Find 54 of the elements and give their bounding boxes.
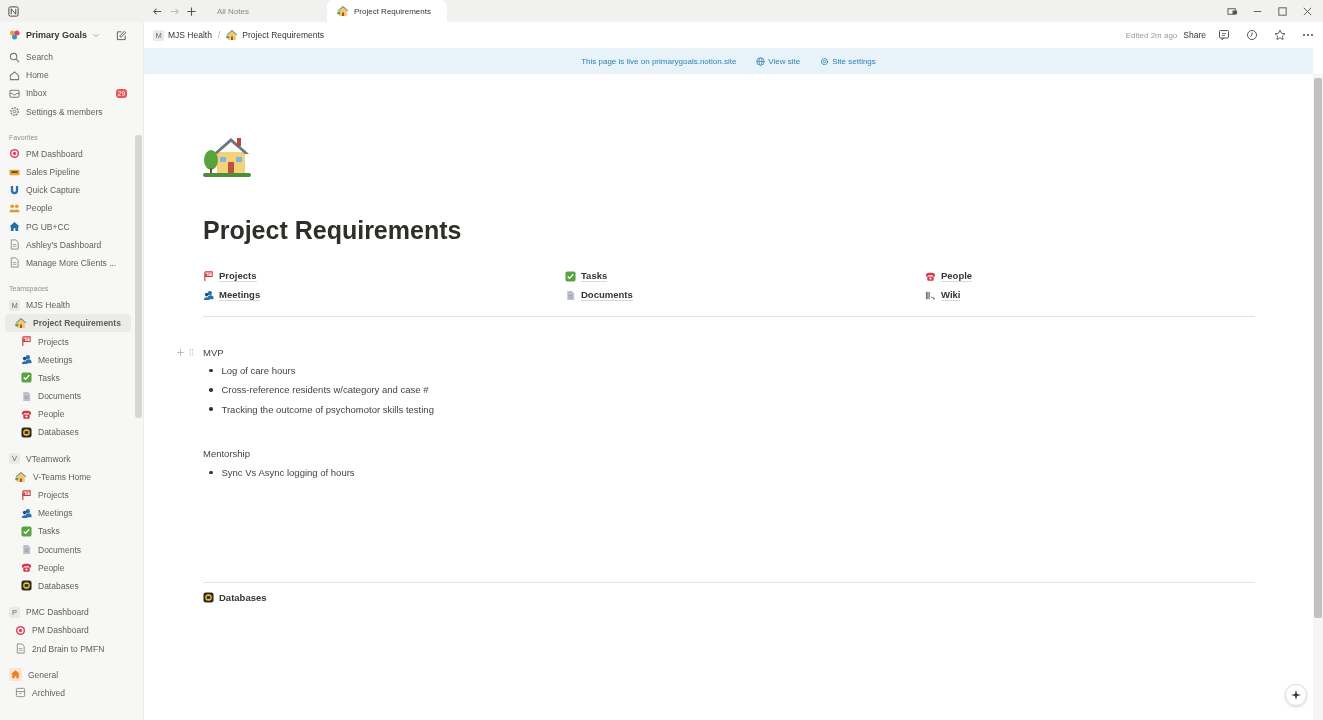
nav-item[interactable]: Home bbox=[5, 66, 131, 85]
sidebar-item[interactable]: Projects bbox=[5, 485, 131, 505]
sidebar-item[interactable]: PM Dashboard bbox=[5, 621, 131, 640]
sidebar-item[interactable]: V-Teams Home bbox=[5, 467, 131, 486]
sidebar-item[interactable]: 2nd Brain to PMFN bbox=[5, 639, 131, 658]
sidebar-item[interactable]: Documents bbox=[5, 540, 131, 559]
breadcrumb-separator: / bbox=[217, 30, 221, 40]
sidebar-item[interactable]: Manage More Clients ... bbox=[5, 253, 131, 273]
nav-item[interactable]: Settings & members bbox=[5, 102, 131, 121]
bullet-text: Tracking the outcome of psychomotor skills testing bbox=[221, 403, 434, 415]
sidebar-item[interactable]: Archived bbox=[5, 683, 131, 702]
bullet-text: Cross-reference residents w/category and case # bbox=[221, 384, 429, 396]
sidebar-item[interactable]: People bbox=[5, 405, 131, 424]
sidebar-item[interactable]: PM Dashboard bbox=[5, 144, 131, 163]
sidebar-item[interactable]: People bbox=[5, 558, 131, 577]
page-title: Project Requirements bbox=[203, 216, 463, 245]
page-link[interactable]: Projects bbox=[203, 269, 565, 283]
sidebar-item[interactable]: Sales Pipeline bbox=[5, 162, 131, 182]
sidebar-item[interactable]: Meetings bbox=[5, 504, 131, 523]
sidebar-item[interactable]: Tasks bbox=[5, 368, 131, 387]
sidebar-item[interactable]: Projects bbox=[5, 332, 131, 351]
page-link[interactable]: Databases bbox=[203, 590, 1255, 605]
bullet-text: Log of care hours bbox=[221, 365, 296, 377]
breadcrumb-item[interactable]: Project Requirements bbox=[226, 29, 325, 41]
bullet-text: Sync Vs Async logging of hours bbox=[221, 467, 355, 479]
sidebar-item[interactable]: Tasks bbox=[5, 522, 131, 541]
block-text: MVP bbox=[203, 346, 224, 358]
breadcrumb-label: MJS Health bbox=[168, 30, 212, 40]
tab[interactable]: Project Requirements bbox=[327, 0, 447, 22]
teamspace-item[interactable]: General bbox=[5, 665, 131, 684]
sidebar-item[interactable]: PG UB+CC bbox=[5, 217, 131, 236]
page-link[interactable]: Meetings bbox=[203, 288, 565, 302]
sidebar-item[interactable]: Project Requirements bbox=[5, 314, 131, 333]
block-text: Mentorship bbox=[203, 448, 250, 460]
sidebar-item[interactable]: Quick Capture bbox=[5, 181, 131, 200]
sidebar-item[interactable]: People bbox=[5, 199, 131, 218]
banner-text: This page is live on primarygoals.notion.site bbox=[581, 56, 737, 66]
page-link[interactable]: Tasks bbox=[565, 269, 925, 283]
page-link[interactable]: Wiki bbox=[925, 288, 1255, 302]
site-settings-link[interactable]: Site settings bbox=[820, 56, 876, 66]
sidebar-item[interactable]: Ashley's Dashboard bbox=[5, 235, 131, 254]
breadcrumb-label: Project Requirements bbox=[242, 30, 325, 40]
workspace-name: Primary Goals bbox=[26, 30, 88, 40]
sidebar-item[interactable]: Databases bbox=[5, 423, 131, 442]
sidebar-item[interactable]: Documents bbox=[5, 387, 131, 406]
share-button[interactable]: Share bbox=[1183, 30, 1206, 40]
workspace-switcher[interactable]: Primary Goals bbox=[5, 22, 131, 48]
edited-time: Edited 2m ago bbox=[1125, 30, 1178, 40]
page-link[interactable]: People bbox=[925, 269, 1255, 283]
sidebar-item[interactable]: Databases bbox=[5, 576, 131, 596]
sidebar-item[interactable]: Meetings bbox=[5, 350, 131, 369]
nav-item[interactable]: Search bbox=[5, 48, 131, 67]
view-site-link[interactable]: View site bbox=[756, 56, 801, 66]
page-link[interactable]: Documents bbox=[565, 288, 925, 302]
